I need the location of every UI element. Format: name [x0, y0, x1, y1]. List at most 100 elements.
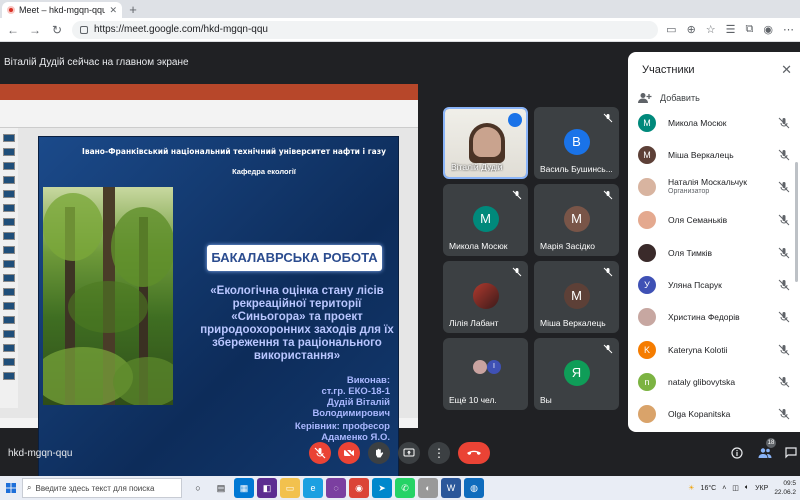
- participant-name: Марія Засідко: [540, 241, 595, 251]
- participant-avatar: I: [487, 360, 501, 374]
- slide-thumbnail: [3, 190, 15, 198]
- task-view-icon[interactable]: ○: [188, 478, 208, 498]
- mic-off-icon[interactable]: [778, 408, 790, 420]
- participant-avatar: М: [638, 114, 656, 132]
- participant-tile[interactable]: В Василь Бушинсь...: [534, 107, 619, 179]
- more-options-button[interactable]: ⋮: [428, 442, 450, 464]
- browser-edge-active-icon[interactable]: ◍: [464, 478, 484, 498]
- raise-hand-button[interactable]: [368, 442, 390, 464]
- search-icon: ⌕: [27, 483, 32, 492]
- participant-name: Міша Веркалець: [668, 149, 734, 160]
- participant-row[interactable]: У Уляна Псарук: [638, 273, 798, 297]
- slide-thumbnail: [3, 162, 15, 170]
- file-explorer-icon[interactable]: ▭: [280, 478, 300, 498]
- new-tab-button[interactable]: +: [126, 3, 140, 17]
- add-participant-button[interactable]: Добавить: [638, 92, 700, 104]
- weather-temp[interactable]: 16°C: [701, 485, 717, 492]
- mic-toggle-button[interactable]: [309, 442, 331, 464]
- participant-row[interactable]: Оля Тимків: [638, 241, 798, 265]
- mic-off-icon[interactable]: [778, 376, 790, 388]
- slide-thumbnail: [3, 344, 15, 352]
- chrome-icon[interactable]: ◉: [349, 478, 369, 498]
- meeting-code: hkd-mgqn-qqu: [8, 448, 73, 459]
- participant-row[interactable]: М Микола Мосюк: [638, 111, 798, 135]
- favorite-star-icon[interactable]: ☆: [706, 23, 716, 36]
- mic-off-icon[interactable]: [778, 247, 790, 259]
- network-icon[interactable]: ◫: [732, 484, 739, 492]
- system-clock[interactable]: 09:5 22.06.2: [774, 479, 796, 497]
- mic-off-icon[interactable]: [778, 117, 790, 129]
- word-icon[interactable]: W: [441, 478, 461, 498]
- collections-icon[interactable]: ⧉: [746, 23, 754, 36]
- leave-call-button[interactable]: [458, 442, 490, 464]
- participant-avatar: М: [472, 206, 499, 232]
- chat-button[interactable]: [782, 444, 800, 462]
- profile-icon[interactable]: ◉: [763, 23, 773, 36]
- close-panel-icon[interactable]: ✕: [781, 62, 792, 78]
- task-manager-icon[interactable]: ▤: [211, 478, 231, 498]
- tray-chevron-icon[interactable]: ˄: [722, 485, 726, 492]
- edge-icon[interactable]: e: [303, 478, 323, 498]
- keyboard-language[interactable]: УКР: [755, 485, 768, 492]
- participants-scrollbar[interactable]: [795, 162, 798, 282]
- mic-off-icon[interactable]: [778, 279, 790, 291]
- more-vert-icon: ⋮: [433, 446, 445, 460]
- mic-off-icon[interactable]: [778, 344, 790, 356]
- more-menu-icon[interactable]: ⋯: [783, 23, 794, 36]
- slide-thumbnail: [3, 288, 15, 296]
- volume-icon[interactable]: 🔈︎: [745, 484, 749, 492]
- participant-avatar: М: [638, 146, 656, 164]
- participant-avatar: K: [638, 341, 656, 359]
- participant-row[interactable]: Наталія Москальчук Организатор: [638, 175, 798, 199]
- start-button[interactable]: [0, 476, 22, 500]
- address-bar[interactable]: https://meet.google.com/hkd-mgqn-qqu: [72, 20, 659, 39]
- shared-screen: Івано-Франківський національний технічни…: [0, 84, 418, 490]
- mic-off-icon[interactable]: [778, 311, 790, 323]
- participant-row[interactable]: М Міша Веркалець: [638, 143, 798, 167]
- slide-thumbnail: [3, 358, 15, 366]
- viber-icon[interactable]: ◌: [326, 478, 346, 498]
- app-icon[interactable]: ◐: [418, 478, 438, 498]
- people-icon: [758, 448, 772, 458]
- participant-row[interactable]: K Kateryna Kolotii: [638, 338, 798, 362]
- meeting-details-button[interactable]: [728, 444, 746, 462]
- mic-off-icon[interactable]: [778, 214, 790, 226]
- participant-row[interactable]: Оля Семаньків: [638, 208, 798, 232]
- forward-icon[interactable]: →: [28, 23, 42, 37]
- favorites-icon[interactable]: ☰: [726, 23, 736, 36]
- slide-thumbnail: [3, 246, 15, 254]
- participant-row[interactable]: Olga Kopanitska: [638, 402, 798, 426]
- participant-tile[interactable]: М Микола Мосюк: [443, 184, 528, 256]
- participant-row[interactable]: n nataly glibovytska: [638, 370, 798, 394]
- self-tile[interactable]: Я Вы: [534, 338, 619, 410]
- camera-toggle-button[interactable]: [338, 442, 360, 464]
- mic-off-icon[interactable]: [778, 181, 790, 193]
- slide-thumbnail: [3, 204, 15, 212]
- participant-tile[interactable]: М Міша Веркалець: [534, 261, 619, 333]
- mic-off-icon[interactable]: [778, 149, 790, 161]
- participant-row[interactable]: Христина Федорів: [638, 305, 798, 329]
- participant-avatar: М: [563, 206, 590, 232]
- participant-tile[interactable]: Віталій Дудій: [443, 107, 528, 179]
- telegram-icon[interactable]: ➤: [372, 478, 392, 498]
- calculator-icon[interactable]: ▦: [234, 478, 254, 498]
- slide-thumbnail: [3, 134, 15, 142]
- back-icon[interactable]: ←: [6, 23, 20, 37]
- participant-name: Міша Веркалець: [540, 318, 606, 328]
- slide-title-banner: БАКАЛАВРСЬКА РОБОТА: [207, 245, 382, 271]
- participant-tile[interactable]: Лілія Лабант: [443, 261, 528, 333]
- taskbar-search[interactable]: ⌕ Введите здесь текст для поиска: [22, 478, 182, 498]
- url-text: https://meet.google.com/hkd-mgqn-qqu: [94, 24, 268, 35]
- browser-tab-meet[interactable]: Meet – hkd-mgqn-qqu ✕: [2, 2, 122, 18]
- camera-permission-icon[interactable]: ▭: [666, 23, 676, 36]
- present-screen-button[interactable]: [398, 442, 420, 464]
- whatsapp-icon[interactable]: ✆: [395, 478, 415, 498]
- participant-name: Оля Тимків: [668, 247, 712, 258]
- zoom-icon[interactable]: ⊕: [687, 23, 696, 36]
- more-participants-tile[interactable]: I Ещё 10 чел.: [443, 338, 528, 410]
- participant-avatar-photo: [638, 211, 656, 229]
- app-icon[interactable]: ◧: [257, 478, 277, 498]
- reload-icon[interactable]: ↻: [50, 23, 64, 37]
- participant-tile[interactable]: М Марія Засідко: [534, 184, 619, 256]
- close-tab-icon[interactable]: ✕: [109, 5, 117, 16]
